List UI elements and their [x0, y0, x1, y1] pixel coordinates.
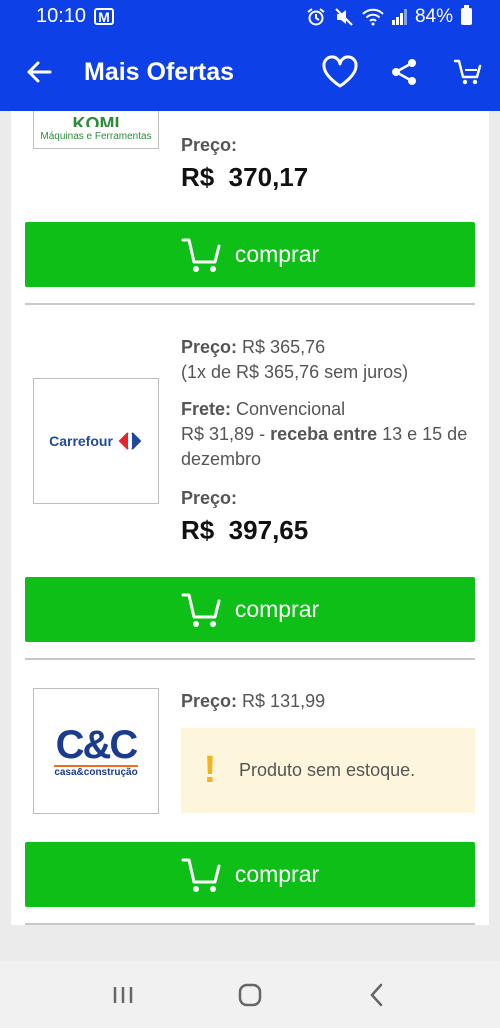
battery-percent: 84%	[414, 5, 453, 27]
store-logo: C&C casa&construção	[33, 688, 159, 814]
store-logo-text: casa&construção	[54, 764, 138, 778]
out-of-stock-notice: ! Produto sem estoque.	[181, 728, 475, 813]
delivery-label: receba entre	[270, 424, 378, 444]
divider	[25, 658, 475, 660]
store-logo-text: Máquinas e Ferramentas	[40, 131, 152, 142]
share-icon	[392, 59, 416, 85]
shipping-label: Frete:	[181, 399, 232, 419]
buy-button[interactable]: comprar	[25, 842, 475, 907]
system-nav-bar	[0, 961, 500, 1028]
price-label: Preço:	[181, 135, 238, 155]
divider	[25, 303, 475, 305]
installments: (1x de R$ 365,76 sem juros)	[181, 362, 409, 382]
page-title: Mais Ofertas	[84, 57, 235, 86]
shipping-type: Convencional	[236, 399, 346, 419]
mute-icon	[335, 7, 353, 26]
offer-info: Preço: R$ 370,17	[181, 133, 477, 194]
recent-apps-icon	[114, 986, 133, 1003]
home-icon	[238, 983, 262, 1006]
store-logo-mark: C&C	[55, 722, 139, 767]
delivery-separator: -	[254, 424, 271, 444]
divider	[25, 923, 475, 925]
buy-button-label: comprar	[234, 241, 320, 267]
favorite-button[interactable]	[308, 33, 372, 111]
out-of-stock-message: Produto sem estoque.	[239, 760, 416, 780]
battery-icon	[461, 5, 472, 25]
store-logo-mark: KOMI	[72, 117, 120, 127]
buy-button[interactable]: comprar	[25, 222, 475, 287]
offers-list[interactable]: KOMI Máquinas e Ferramentas Preço: R$ 37…	[11, 111, 489, 925]
offer-info: Preço: R$ 131,99	[181, 689, 477, 714]
signal-icon	[391, 8, 407, 25]
offer-info: Preço: R$ 365,76 (1x de R$ 365,76 sem ju…	[181, 335, 477, 547]
recent-apps-button[interactable]	[93, 965, 153, 1025]
cart-icon	[181, 858, 221, 892]
buy-button[interactable]: comprar	[25, 577, 475, 642]
cart-button[interactable]	[436, 33, 500, 111]
total-label: Preço:	[181, 488, 238, 508]
store-logo: Carrefour	[33, 378, 159, 504]
cart-icon	[181, 238, 221, 272]
chevron-left-icon	[369, 983, 382, 1006]
app-bar: Mais Ofertas	[0, 33, 500, 111]
carrefour-logo-icon	[118, 432, 142, 450]
status-time: 10:10	[36, 5, 87, 27]
alarm-icon	[307, 7, 325, 25]
warning-icon: !	[203, 749, 217, 791]
store-logo: KOMI Máquinas e Ferramentas	[33, 111, 159, 149]
wifi-icon	[362, 8, 384, 25]
shipping-price: R$ 31,89	[181, 424, 255, 444]
back-nav-button[interactable]	[347, 965, 407, 1025]
arrow-left-icon	[27, 61, 52, 83]
back-button[interactable]	[0, 33, 78, 111]
price-total: R$ 397,65	[181, 515, 309, 545]
delivery-info: R$ 31,89 - receba entre 13 e 15 de dezem…	[181, 422, 477, 472]
share-button[interactable]	[372, 33, 436, 111]
price-label: Preço:	[181, 691, 238, 711]
price-value: R$ 131,99	[242, 691, 326, 711]
buy-button-label: comprar	[234, 596, 320, 622]
heart-icon	[322, 55, 358, 88]
gmail-notification-icon: M	[94, 8, 114, 25]
cart-icon	[453, 59, 482, 85]
price-value: R$ 365,76	[242, 337, 326, 357]
store-logo-text: Carrefour	[49, 433, 113, 449]
home-button[interactable]	[220, 965, 280, 1025]
buy-button-label: comprar	[234, 861, 320, 887]
price-label: Preço:	[181, 337, 238, 357]
cart-icon	[181, 593, 221, 627]
price-total: R$ 370,17	[181, 162, 309, 192]
status-bar: 10:10 M 84%	[0, 0, 500, 33]
